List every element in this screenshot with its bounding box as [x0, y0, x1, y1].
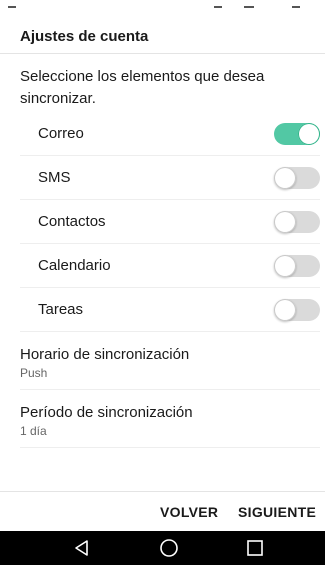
sms-toggle[interactable]: [274, 167, 320, 189]
navigation-bar: [0, 531, 325, 565]
correo-toggle[interactable]: [274, 123, 320, 145]
divider: [0, 53, 325, 54]
sync-item-contactos[interactable]: Contactos: [0, 200, 325, 244]
next-button[interactable]: SIGUIENTE: [238, 504, 316, 520]
back-triangle-icon: [75, 540, 88, 556]
divider: [20, 447, 320, 448]
toggle-knob: [274, 255, 296, 277]
toggle-knob: [298, 123, 320, 145]
tareas-toggle[interactable]: [274, 299, 320, 321]
nav-home-button[interactable]: [139, 531, 199, 565]
sync-item-label: Correo: [38, 125, 84, 142]
contactos-toggle[interactable]: [274, 211, 320, 233]
toggle-knob: [274, 167, 296, 189]
sync-item-sms[interactable]: SMS: [0, 156, 325, 200]
sync-prompt: Seleccione los elementos que desea sincr…: [20, 68, 265, 107]
divider: [0, 491, 325, 492]
toggle-knob: [274, 211, 296, 233]
calendario-toggle[interactable]: [274, 255, 320, 277]
sync-item-calendario[interactable]: Calendario: [0, 244, 325, 288]
setting-value: 1 día: [20, 424, 47, 438]
setting-title: Horario de sincronización: [20, 346, 190, 363]
sync-item-label: Calendario: [38, 257, 111, 274]
sync-period-setting[interactable]: Período de sincronización 1 día: [0, 390, 325, 448]
status-indicator: [214, 6, 222, 8]
sync-schedule-setting[interactable]: Horario de sincronización Push: [0, 332, 325, 390]
sync-item-label: Tareas: [38, 301, 84, 318]
status-indicator: [244, 6, 254, 8]
sync-item-tareas[interactable]: Tareas: [0, 288, 325, 332]
toggle-knob: [274, 299, 296, 321]
sync-item-label: SMS: [38, 169, 71, 186]
setting-value: Push: [20, 366, 48, 380]
setting-title: Período de sincronización: [20, 404, 193, 421]
sync-item-correo[interactable]: Correo: [0, 112, 325, 156]
status-indicator: [8, 6, 16, 8]
home-circle-icon: [160, 539, 178, 557]
back-button[interactable]: VOLVER: [160, 504, 218, 520]
sync-item-label: Contactos: [38, 213, 106, 230]
nav-back-button[interactable]: [52, 531, 112, 565]
nav-recents-button[interactable]: [225, 531, 285, 565]
status-bar: [0, 0, 325, 12]
recents-square-icon: [247, 540, 263, 556]
page-title: Ajustes de cuenta: [20, 28, 149, 45]
sync-items-list: Correo SMS Contactos Calendario Tareas: [0, 112, 325, 332]
status-indicator: [292, 6, 300, 8]
